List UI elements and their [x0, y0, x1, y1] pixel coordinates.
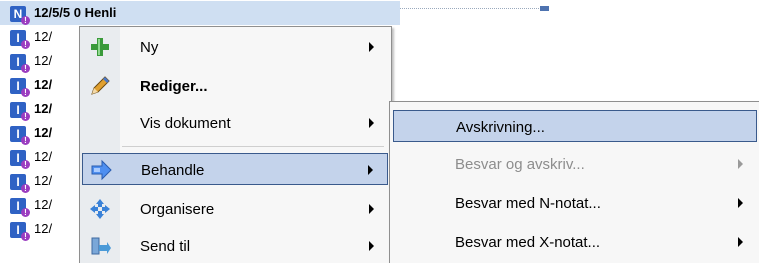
menu-item-label: Organisere — [140, 201, 215, 218]
document-i-icon: I! — [10, 102, 30, 121]
row-date: 12/ — [34, 149, 53, 164]
submenu-arrow-icon — [369, 204, 374, 214]
row-date: 12/ — [34, 221, 53, 236]
menu-item-besvar-med-x-notat[interactable]: Besvar med X-notat... — [393, 226, 757, 258]
note-n-icon: N! — [10, 6, 30, 25]
submenu-arrow-icon — [738, 159, 743, 169]
document-i-icon: I! — [10, 78, 30, 97]
submenu-arrow-icon — [369, 241, 374, 251]
submenu-arrow-icon — [369, 118, 374, 128]
submenu-behandle: Avskrivning... Besvar og avskriv... Besv… — [389, 101, 759, 263]
document-i-icon: I! — [10, 126, 30, 145]
menu-item-label: Besvar med X-notat... — [455, 234, 601, 251]
row-date: 12/ — [34, 53, 53, 68]
document-i-icon: I! — [10, 30, 30, 49]
document-i-icon: I! — [10, 174, 30, 193]
menu-item-label: Vis dokument — [140, 115, 231, 132]
pencil-icon — [91, 76, 110, 95]
send-icon — [91, 237, 111, 255]
row-date: 12/ — [34, 125, 53, 140]
row-date: 12/ — [34, 101, 53, 116]
row-date: 12/ — [34, 197, 53, 212]
submenu-arrow-icon — [368, 165, 373, 175]
menu-item-ny[interactable]: Ny — [82, 31, 388, 63]
document-i-icon: I! — [10, 222, 30, 241]
document-i-icon: I! — [10, 150, 30, 169]
submenu-arrow-icon — [738, 237, 743, 247]
menu-item-besvar-og-avskriv[interactable]: Besvar og avskriv... — [393, 148, 757, 180]
row-date: 12/5/5 0 Henli — [34, 5, 117, 20]
menu-item-avskrivning[interactable]: Avskrivning... — [393, 110, 757, 142]
menu-item-label: Rediger... — [140, 78, 208, 95]
menu-item-vis-dokument[interactable]: Vis dokument — [82, 107, 388, 139]
list-item[interactable]: N! 12/5/5 0 Henli — [0, 1, 400, 25]
row-date: 12/ — [34, 173, 53, 188]
menu-item-organisere[interactable]: Organisere — [82, 193, 388, 225]
menu-item-label: Ny — [140, 39, 159, 56]
menu-separator — [122, 146, 384, 147]
document-i-icon: I! — [10, 54, 30, 73]
submenu-arrow-icon — [738, 198, 743, 208]
row-date: 12/ — [34, 29, 53, 44]
menu-item-besvar-med-n-notat[interactable]: Besvar med N-notat... — [393, 187, 757, 219]
menu-item-send-til[interactable]: Send til — [82, 230, 388, 262]
header-marker — [540, 6, 549, 11]
submenu-arrow-icon — [369, 42, 374, 52]
move-arrows-icon — [90, 199, 110, 219]
menu-item-label: Behandle — [141, 162, 205, 179]
menu-item-label: Besvar med N-notat... — [455, 195, 601, 212]
document-i-icon: I! — [10, 198, 30, 217]
plus-icon — [91, 38, 109, 56]
menu-item-label: Besvar og avskriv... — [455, 156, 585, 173]
menu-item-label: Send til — [140, 238, 191, 255]
row-date: 12/ — [34, 77, 53, 92]
context-menu: Ny Rediger... Vis dokument Behandle Orga… — [79, 26, 392, 263]
menu-item-rediger[interactable]: Rediger... — [82, 70, 388, 102]
menu-item-behandle[interactable]: Behandle — [82, 153, 388, 185]
menu-item-label: Avskrivning... — [456, 119, 545, 136]
process-arrow-icon — [91, 159, 112, 181]
header-divider — [395, 8, 545, 10]
